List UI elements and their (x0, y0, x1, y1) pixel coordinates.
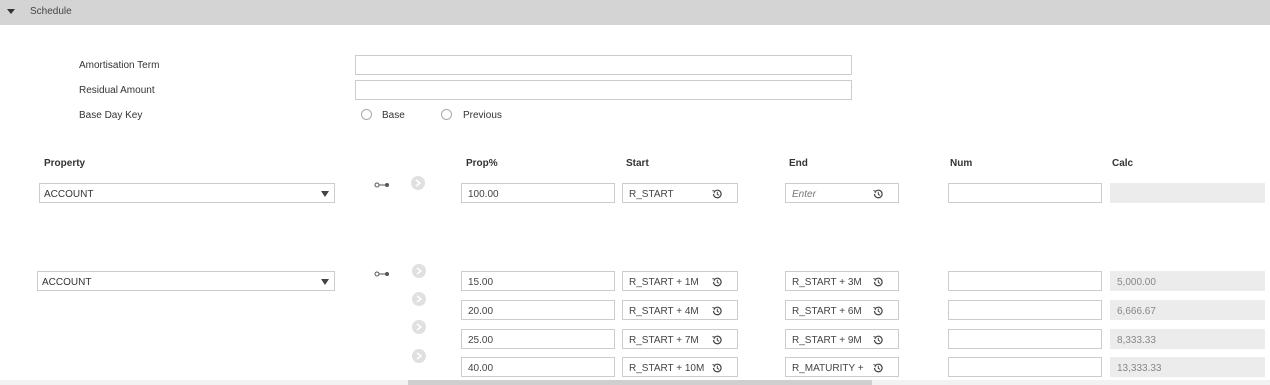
history-icon[interactable] (711, 276, 723, 288)
col-header-end: End (789, 158, 808, 169)
end-value: R_MATURITY + (792, 363, 864, 374)
calc-value: 13,333.33 (1110, 357, 1265, 377)
calc-value: 8,333.33 (1110, 329, 1265, 349)
chevron-right-icon[interactable] (412, 264, 426, 278)
start-input-row1[interactable]: R_START (622, 183, 738, 203)
collapse-triangle-icon[interactable] (7, 9, 15, 14)
property-select-value: ACCOUNT (42, 277, 92, 288)
col-header-start: Start (626, 158, 649, 169)
chevron-right-icon[interactable] (412, 292, 426, 306)
history-icon[interactable] (872, 362, 884, 374)
num-input[interactable] (948, 300, 1102, 320)
calc-value: 5,000.00 (1110, 271, 1265, 291)
history-icon[interactable] (872, 276, 884, 288)
num-input[interactable] (948, 329, 1102, 349)
history-icon[interactable] (711, 188, 723, 200)
end-input[interactable]: R_START + 3M (785, 271, 899, 291)
property-select-row1[interactable]: ACCOUNT (39, 183, 335, 203)
start-value: R_START (629, 189, 674, 200)
property-select-value: ACCOUNT (44, 189, 94, 200)
history-icon[interactable] (872, 334, 884, 346)
history-icon[interactable] (711, 334, 723, 346)
end-input[interactable]: R_START + 9M (785, 329, 899, 349)
col-header-calc: Calc (1112, 158, 1134, 169)
calc-value-row1 (1110, 183, 1265, 203)
start-value: R_START + 4M (629, 306, 699, 317)
chevron-right-icon[interactable] (412, 349, 426, 363)
prop-pct-input[interactable]: 25.00 (461, 329, 615, 349)
residual-amount-input[interactable] (355, 80, 852, 100)
start-input[interactable]: R_START + 7M (622, 329, 738, 349)
history-icon[interactable] (872, 188, 884, 200)
history-icon[interactable] (711, 305, 723, 317)
dropdown-arrow-icon (321, 191, 329, 197)
section-title: Schedule (30, 6, 72, 17)
end-value: R_START + 6M (792, 306, 862, 317)
end-value: R_START + 3M (792, 277, 862, 288)
base-day-key-label: Base Day Key (79, 110, 143, 121)
residual-amount-label: Residual Amount (79, 85, 155, 96)
start-input[interactable]: R_START + 10M (622, 357, 738, 377)
radio-base-label: Base (382, 110, 405, 121)
col-header-property: Property (44, 158, 86, 169)
schedule-section-header[interactable]: Schedule (0, 0, 1270, 25)
chevron-right-icon[interactable] (412, 320, 426, 334)
start-value: R_START + 1M (629, 277, 699, 288)
chevron-right-icon[interactable] (411, 176, 425, 190)
start-value: R_START + 7M (629, 335, 699, 346)
calc-value: 6,666.67 (1110, 300, 1265, 320)
num-input-row1[interactable] (948, 183, 1102, 203)
property-select-row2[interactable]: ACCOUNT (37, 271, 335, 291)
dropdown-arrow-icon (321, 279, 329, 285)
amortisation-term-label: Amortisation Term (79, 60, 160, 71)
scrollbar-thumb[interactable] (408, 380, 872, 385)
horizontal-scrollbar[interactable] (0, 380, 1270, 385)
end-input[interactable]: R_START + 6M (785, 300, 899, 320)
history-icon[interactable] (872, 305, 884, 317)
col-header-prop-pct: Prop% (466, 158, 498, 169)
link-icon[interactable] (374, 181, 390, 192)
start-input[interactable]: R_START + 4M (622, 300, 738, 320)
num-input[interactable] (948, 271, 1102, 291)
end-input-row1[interactable]: Enter (785, 183, 899, 203)
prop-pct-input-row1[interactable]: 100.00 (461, 183, 615, 203)
start-value: R_START + 10M (629, 363, 705, 374)
prop-pct-input[interactable]: 15.00 (461, 271, 615, 291)
end-input[interactable]: R_MATURITY + (785, 357, 899, 377)
end-placeholder: Enter (792, 189, 816, 200)
amortisation-term-input[interactable] (355, 55, 852, 75)
start-input[interactable]: R_START + 1M (622, 271, 738, 291)
history-icon[interactable] (711, 362, 723, 374)
prop-pct-input[interactable]: 40.00 (461, 357, 615, 377)
col-header-num: Num (950, 158, 973, 169)
radio-previous[interactable] (441, 109, 452, 120)
num-input[interactable] (948, 357, 1102, 377)
link-icon[interactable] (374, 270, 390, 281)
radio-previous-label: Previous (463, 110, 502, 121)
radio-base[interactable] (361, 109, 372, 120)
end-value: R_START + 9M (792, 335, 862, 346)
prop-pct-input[interactable]: 20.00 (461, 300, 615, 320)
